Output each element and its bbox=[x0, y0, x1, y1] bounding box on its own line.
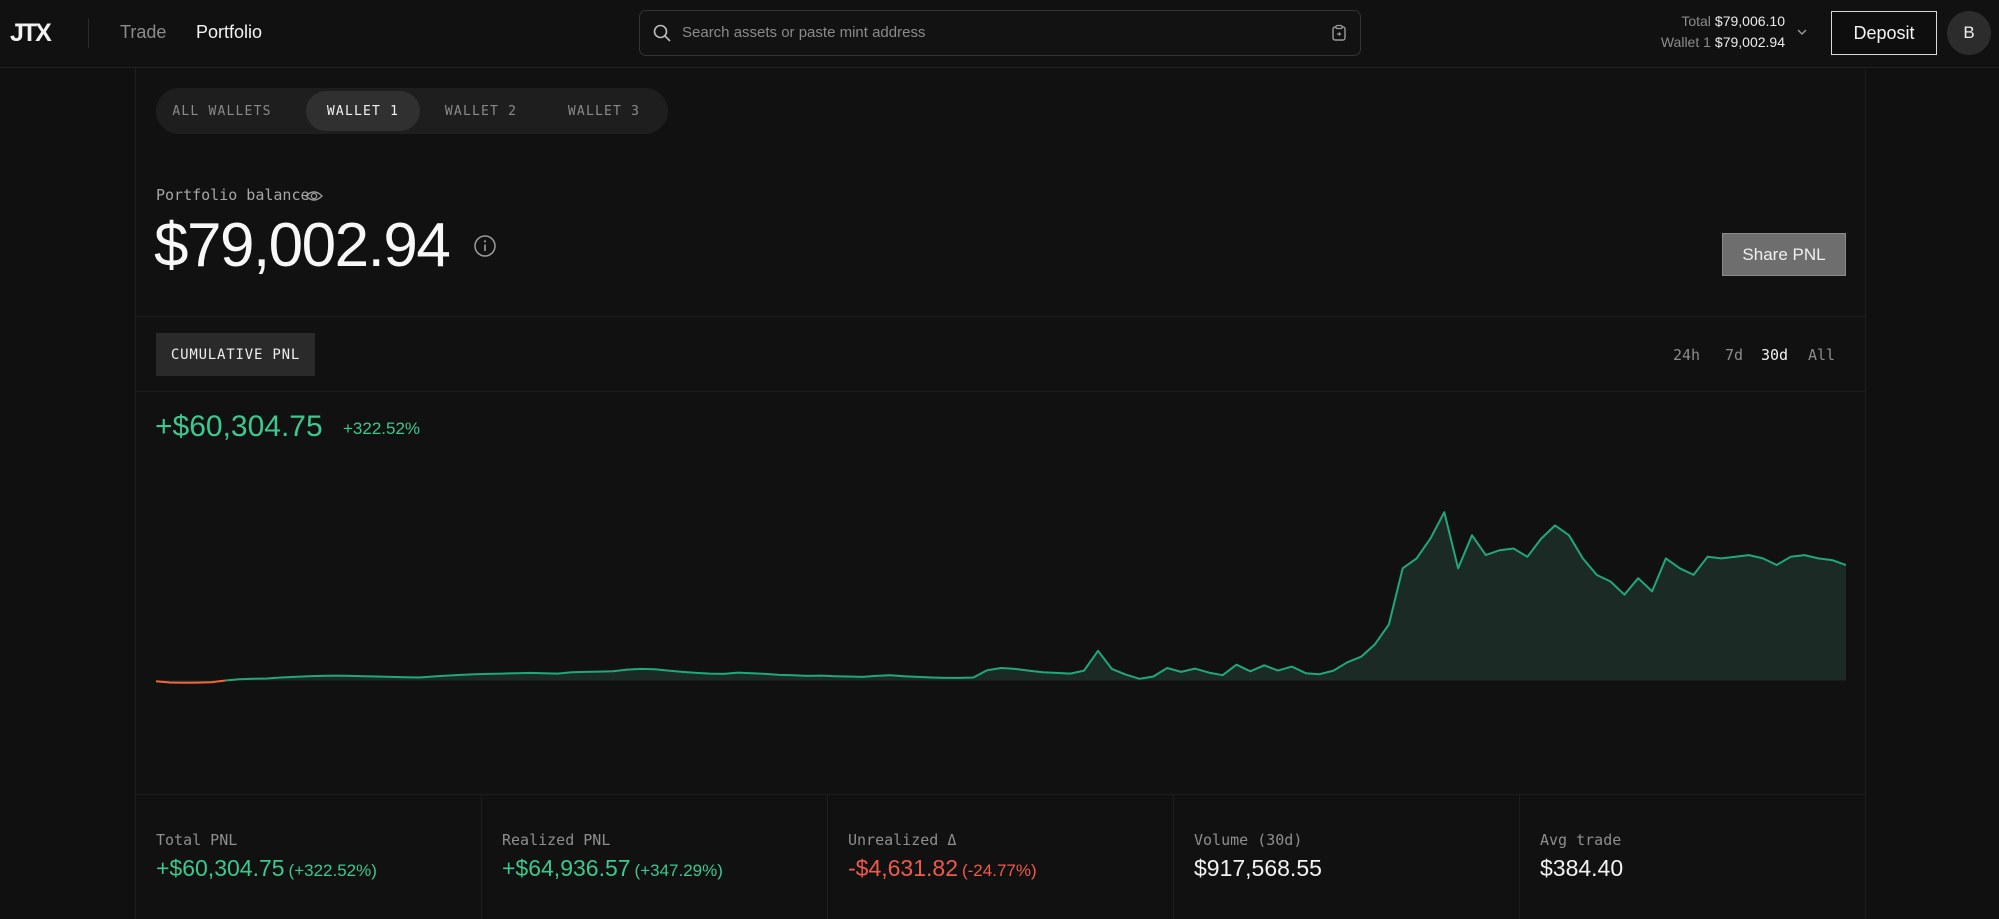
wallet-value: $79,002.94 bbox=[1714, 34, 1785, 50]
stat-value: +$64,936.57 (+347.29%) bbox=[502, 855, 723, 882]
stat-amount: $384.40 bbox=[1540, 855, 1624, 881]
range-all[interactable]: All bbox=[1808, 346, 1835, 364]
info-icon[interactable] bbox=[473, 234, 497, 258]
deposit-button[interactable]: Deposit bbox=[1831, 11, 1937, 55]
total-label: Total bbox=[1681, 13, 1711, 29]
range-7d[interactable]: 7d bbox=[1725, 346, 1743, 364]
portfolio-panel: ALL WALLETS WALLET 1 WALLET 2 WALLET 3 P… bbox=[135, 68, 1866, 919]
portfolio-balance-value: $79,002.94 bbox=[154, 211, 451, 280]
portfolio-balance-label: Portfolio balance bbox=[156, 186, 310, 204]
nav-trade[interactable]: Trade bbox=[120, 22, 166, 43]
tab-wallet-2[interactable]: WALLET 2 bbox=[426, 91, 536, 131]
logo[interactable]: JTX bbox=[10, 19, 52, 48]
stat-amount: +$60,304.75 bbox=[156, 855, 285, 881]
chevron-down-icon[interactable] bbox=[1796, 26, 1808, 38]
stat-realized-pnl: Realized PNL +$64,936.57 (+347.29%) bbox=[482, 795, 828, 919]
total-value: $79,006.10 bbox=[1714, 13, 1785, 29]
stat-value: -$4,631.82 (-24.77%) bbox=[848, 855, 1037, 882]
pnl-chart bbox=[156, 511, 1846, 684]
stat-label: Unrealized Δ bbox=[848, 831, 957, 849]
stat-percent: (+322.52%) bbox=[288, 861, 377, 880]
stat-amount: $917,568.55 bbox=[1194, 855, 1322, 881]
search-placeholder: Search assets or paste mint address bbox=[682, 24, 926, 41]
tab-cumulative-pnl[interactable]: CUMULATIVE PNL bbox=[156, 333, 315, 376]
search-input[interactable]: Search assets or paste mint address bbox=[639, 10, 1361, 56]
avatar[interactable]: B bbox=[1947, 11, 1991, 55]
stat-total-pnl: Total PNL +$60,304.75 (+322.52%) bbox=[136, 795, 482, 919]
stat-percent: (+347.29%) bbox=[634, 861, 723, 880]
top-bar: JTX Trade Portfolio Search assets or pas… bbox=[0, 0, 1999, 68]
wallet-label: Wallet 1 bbox=[1660, 34, 1711, 50]
range-24h[interactable]: 24h bbox=[1673, 346, 1700, 364]
clipboard-icon[interactable] bbox=[1330, 24, 1348, 42]
tab-all-wallets[interactable]: ALL WALLETS bbox=[160, 91, 284, 131]
divider bbox=[88, 18, 89, 48]
stat-label: Total PNL bbox=[156, 831, 238, 849]
divider bbox=[136, 316, 1865, 317]
eye-icon[interactable] bbox=[305, 188, 323, 204]
stat-value: $384.40 bbox=[1540, 855, 1623, 882]
tab-wallet-1[interactable]: WALLET 1 bbox=[306, 91, 420, 131]
search-icon bbox=[653, 24, 671, 42]
stat-amount: +$64,936.57 bbox=[502, 855, 631, 881]
stat-value: +$60,304.75 (+322.52%) bbox=[156, 855, 377, 882]
pnl-area bbox=[156, 512, 1846, 683]
nav-portfolio[interactable]: Portfolio bbox=[196, 22, 262, 43]
wallet-balance: Wallet 1 $79,002.94 bbox=[1661, 34, 1785, 50]
total-balance: Total $79,006.10 bbox=[1681, 13, 1785, 29]
stat-label: Realized PNL bbox=[502, 831, 611, 849]
stat-label: Volume (30d) bbox=[1194, 831, 1303, 849]
tab-wallet-3[interactable]: WALLET 3 bbox=[549, 91, 659, 131]
share-pnl-button[interactable]: Share PNL bbox=[1722, 233, 1846, 276]
stat-avg-trade: Avg trade $384.40 bbox=[1520, 795, 1867, 919]
wallet-tabs: ALL WALLETS WALLET 1 WALLET 2 WALLET 3 bbox=[156, 88, 668, 134]
stat-value: $917,568.55 bbox=[1194, 855, 1322, 882]
cumulative-pnl-value: +$60,304.75 bbox=[155, 410, 323, 443]
divider bbox=[136, 391, 1865, 392]
cumulative-pnl-percent: +322.52% bbox=[343, 419, 421, 438]
stat-label: Avg trade bbox=[1540, 831, 1622, 849]
stat-percent: (-24.77%) bbox=[961, 861, 1037, 880]
stat-amount: -$4,631.82 bbox=[848, 855, 958, 881]
stat-unrealized: Unrealized Δ -$4,631.82 (-24.77%) bbox=[828, 795, 1174, 919]
range-30d[interactable]: 30d bbox=[1761, 346, 1788, 364]
stat-volume: Volume (30d) $917,568.55 bbox=[1174, 795, 1520, 919]
